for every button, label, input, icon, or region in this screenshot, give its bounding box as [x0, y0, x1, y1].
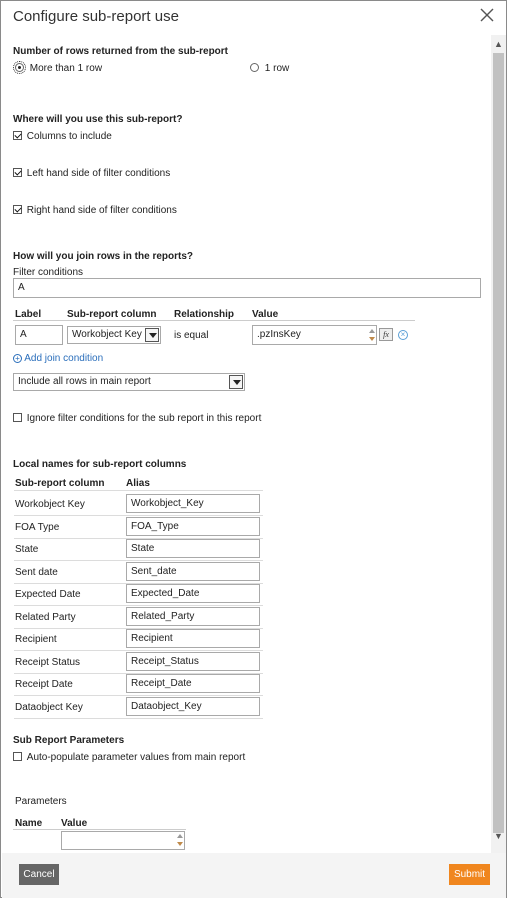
local-col-alias: Alias: [126, 478, 150, 489]
chevron-down-icon: [229, 375, 243, 389]
param-value-input[interactable]: [61, 831, 185, 850]
dialog-content: Number of rows returned from the sub-rep…: [2, 35, 491, 853]
subreport-column-name: Dataobject Key: [15, 702, 83, 713]
alias-input[interactable]: State: [126, 539, 260, 558]
chevron-down-icon: [145, 328, 159, 342]
autocomplete-spin-icon[interactable]: [368, 328, 375, 342]
join-value-input[interactable]: .pzInsKey: [252, 325, 377, 345]
checkbox[interactable]: [13, 205, 22, 214]
filter-conditions-input[interactable]: A: [13, 278, 481, 298]
alias-input[interactable]: Related_Party: [126, 607, 260, 626]
join-label-input[interactable]: A: [15, 325, 63, 345]
subreport-column-name: Sent date: [15, 567, 58, 578]
alias-input[interactable]: Recipient: [126, 629, 260, 648]
row-divider: [14, 560, 263, 561]
remove-condition-icon[interactable]: ×: [398, 330, 408, 340]
row-divider: [14, 695, 263, 696]
parameters-label: Parameters: [15, 796, 67, 807]
join-subcol-select[interactable]: Workobject Key: [67, 326, 161, 344]
filter-conditions-label: Filter conditions: [13, 267, 84, 278]
checkbox-right-side[interactable]: Right hand side of filter conditions: [13, 205, 177, 216]
use-heading: Where will you use this sub-report?: [13, 114, 183, 125]
checkbox[interactable]: [13, 131, 22, 140]
local-names-heading: Local names for sub-report columns: [13, 459, 187, 470]
subreport-column-name: Receipt Status: [15, 657, 81, 668]
checkbox-auto-populate[interactable]: Auto-populate parameter values from main…: [13, 752, 245, 763]
rows-heading: Number of rows returned from the sub-rep…: [13, 46, 229, 57]
alias-input[interactable]: FOA_Type: [126, 517, 260, 536]
checkbox-label: Left hand side of filter conditions: [26, 168, 171, 179]
add-join-label: Add join condition: [24, 353, 104, 364]
join-col-relationship: Relationship: [174, 309, 235, 320]
alias-input[interactable]: Receipt_Date: [126, 674, 260, 693]
cancel-button[interactable]: Cancel: [19, 864, 59, 885]
alias-input[interactable]: Sent_date: [126, 562, 260, 581]
alias-input[interactable]: Dataobject_Key: [126, 697, 260, 716]
checkbox-columns[interactable]: Columns to include: [13, 131, 112, 142]
join-col-subcol: Sub-report column: [67, 309, 157, 320]
checkbox-label: Auto-populate parameter values from main…: [26, 752, 246, 763]
radio-label: More than 1 row: [29, 63, 103, 74]
checkbox-left-side[interactable]: Left hand side of filter conditions: [13, 168, 170, 179]
autocomplete-spin-icon[interactable]: [176, 833, 183, 847]
sub-params-heading: Sub Report Parameters: [13, 735, 125, 746]
join-relationship: is equal: [174, 330, 209, 341]
join-header-divider: [13, 320, 415, 321]
row-divider: [14, 605, 263, 606]
checkbox-label: Ignore filter conditions for the sub rep…: [26, 413, 262, 424]
scroll-down-icon[interactable]: ▼: [494, 832, 503, 841]
submit-button[interactable]: Submit: [449, 864, 490, 885]
alias-input[interactable]: Receipt_Status: [126, 652, 260, 671]
alias-input[interactable]: Expected_Date: [126, 584, 260, 603]
join-col-label: Label: [15, 309, 42, 320]
params-col-name: Name: [15, 818, 43, 829]
radio-one-row[interactable]: 1 row: [250, 63, 289, 74]
dialog-footer: Cancel Submit: [2, 853, 506, 898]
checkbox[interactable]: [13, 168, 22, 177]
row-divider: [14, 718, 263, 719]
checkbox-label: Columns to include: [26, 131, 112, 142]
join-col-value: Value: [252, 309, 279, 320]
alias-input[interactable]: Workobject_Key: [126, 494, 260, 513]
plus-circle-icon: +: [13, 354, 22, 363]
local-header-divider: [14, 490, 263, 491]
configure-subreport-dialog: Configure sub-report use Number of rows …: [0, 0, 507, 898]
subreport-column-name: Workobject Key: [15, 499, 85, 510]
select-value: Workobject Key: [72, 329, 142, 340]
params-col-value: Value: [61, 818, 88, 829]
radio-button[interactable]: [13, 61, 26, 74]
checkbox[interactable]: [13, 752, 22, 761]
dialog-title: Configure sub-report use: [13, 8, 179, 25]
radio-more-than-one[interactable]: More than 1 row: [13, 61, 103, 74]
subreport-column-name: Expected Date: [15, 589, 81, 600]
select-value: Include all rows in main report: [18, 376, 151, 387]
join-heading: How will you join rows in the reports?: [13, 251, 194, 262]
radio-label: 1 row: [264, 63, 290, 74]
checkbox-ignore-filter[interactable]: Ignore filter conditions for the sub rep…: [13, 413, 261, 424]
checkbox[interactable]: [13, 413, 22, 422]
subreport-column-name: Related Party: [15, 612, 76, 623]
row-divider: [14, 515, 263, 516]
radio-button[interactable]: [250, 63, 259, 72]
subreport-column-name: Receipt Date: [15, 679, 73, 690]
add-join-condition-link[interactable]: + Add join condition: [13, 353, 103, 364]
close-icon[interactable]: [479, 7, 495, 23]
include-rows-select[interactable]: Include all rows in main report: [13, 373, 245, 391]
local-col-subcol: Sub-report column: [15, 478, 105, 489]
subreport-column-name: State: [15, 544, 39, 555]
subreport-column-name: FOA Type: [15, 522, 60, 533]
checkbox-label: Right hand side of filter conditions: [26, 205, 177, 216]
scroll-up-icon[interactable]: ▲: [494, 40, 503, 49]
vertical-scrollbar[interactable]: ▲ ▼: [491, 35, 506, 853]
expression-builder-icon[interactable]: fx: [379, 328, 393, 341]
scroll-thumb[interactable]: [493, 53, 504, 833]
params-header-divider: [13, 829, 186, 830]
subreport-column-name: Recipient: [15, 634, 57, 645]
row-divider: [14, 650, 263, 651]
